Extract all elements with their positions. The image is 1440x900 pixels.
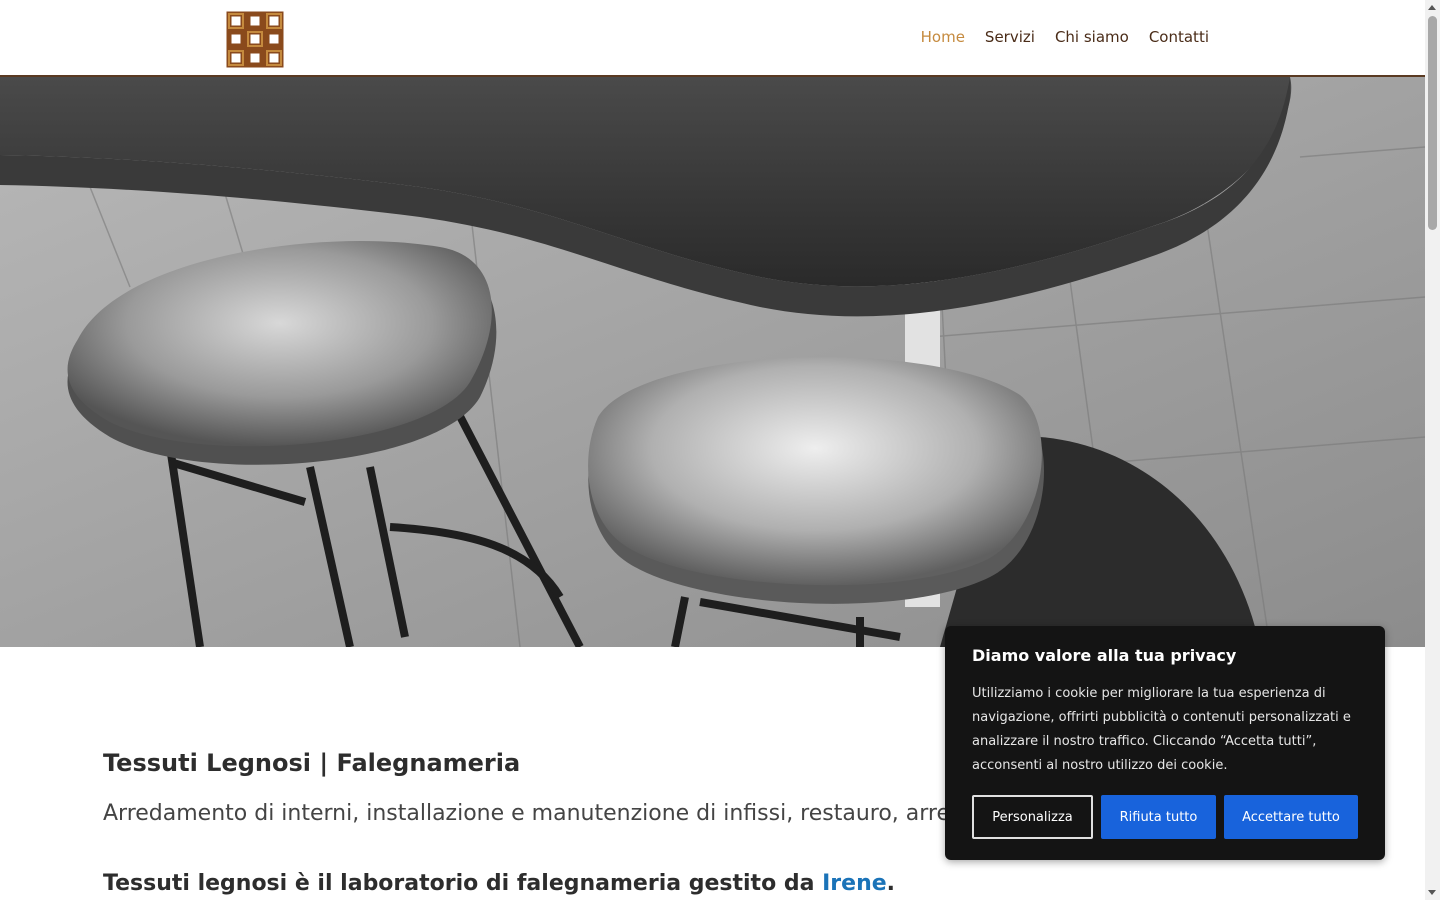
- endless-knot-logo[interactable]: [226, 11, 284, 68]
- accept-all-button[interactable]: Accettare tutto: [1224, 795, 1358, 839]
- page-scrollbar[interactable]: [1425, 0, 1440, 900]
- nav-contatti[interactable]: Contatti: [1149, 27, 1209, 47]
- intro-end: .: [886, 871, 896, 896]
- cookie-description: Utilizziamo i cookie per migliorare la t…: [972, 686, 1351, 773]
- reject-all-button[interactable]: Rifiuta tutto: [1101, 795, 1216, 839]
- arrow-up-icon[interactable]: [1428, 5, 1436, 10]
- irene-link[interactable]: Irene: [822, 871, 887, 896]
- site-header: Home Servizi Chi siamo Contatti: [0, 0, 1425, 77]
- intro-paragraph: Tessuti legnosi è il laboratorio di fale…: [103, 869, 1303, 899]
- nav-home[interactable]: Home: [921, 27, 965, 47]
- customize-button[interactable]: Personalizza: [972, 795, 1093, 839]
- arrow-down-icon[interactable]: [1428, 890, 1436, 895]
- scrollbar-thumb[interactable]: [1428, 16, 1437, 230]
- hero-image: [0, 77, 1425, 647]
- cookie-banner: Diamo valore alla tua privacy Utilizziam…: [945, 626, 1385, 860]
- cookie-title: Diamo valore alla tua privacy: [972, 646, 1237, 665]
- main-nav: Home Servizi Chi siamo Contatti: [921, 27, 1209, 47]
- nav-chi-siamo[interactable]: Chi siamo: [1055, 27, 1129, 47]
- intro-text: Tessuti legnosi è il laboratorio di fale…: [103, 871, 815, 896]
- nav-servizi[interactable]: Servizi: [985, 27, 1035, 47]
